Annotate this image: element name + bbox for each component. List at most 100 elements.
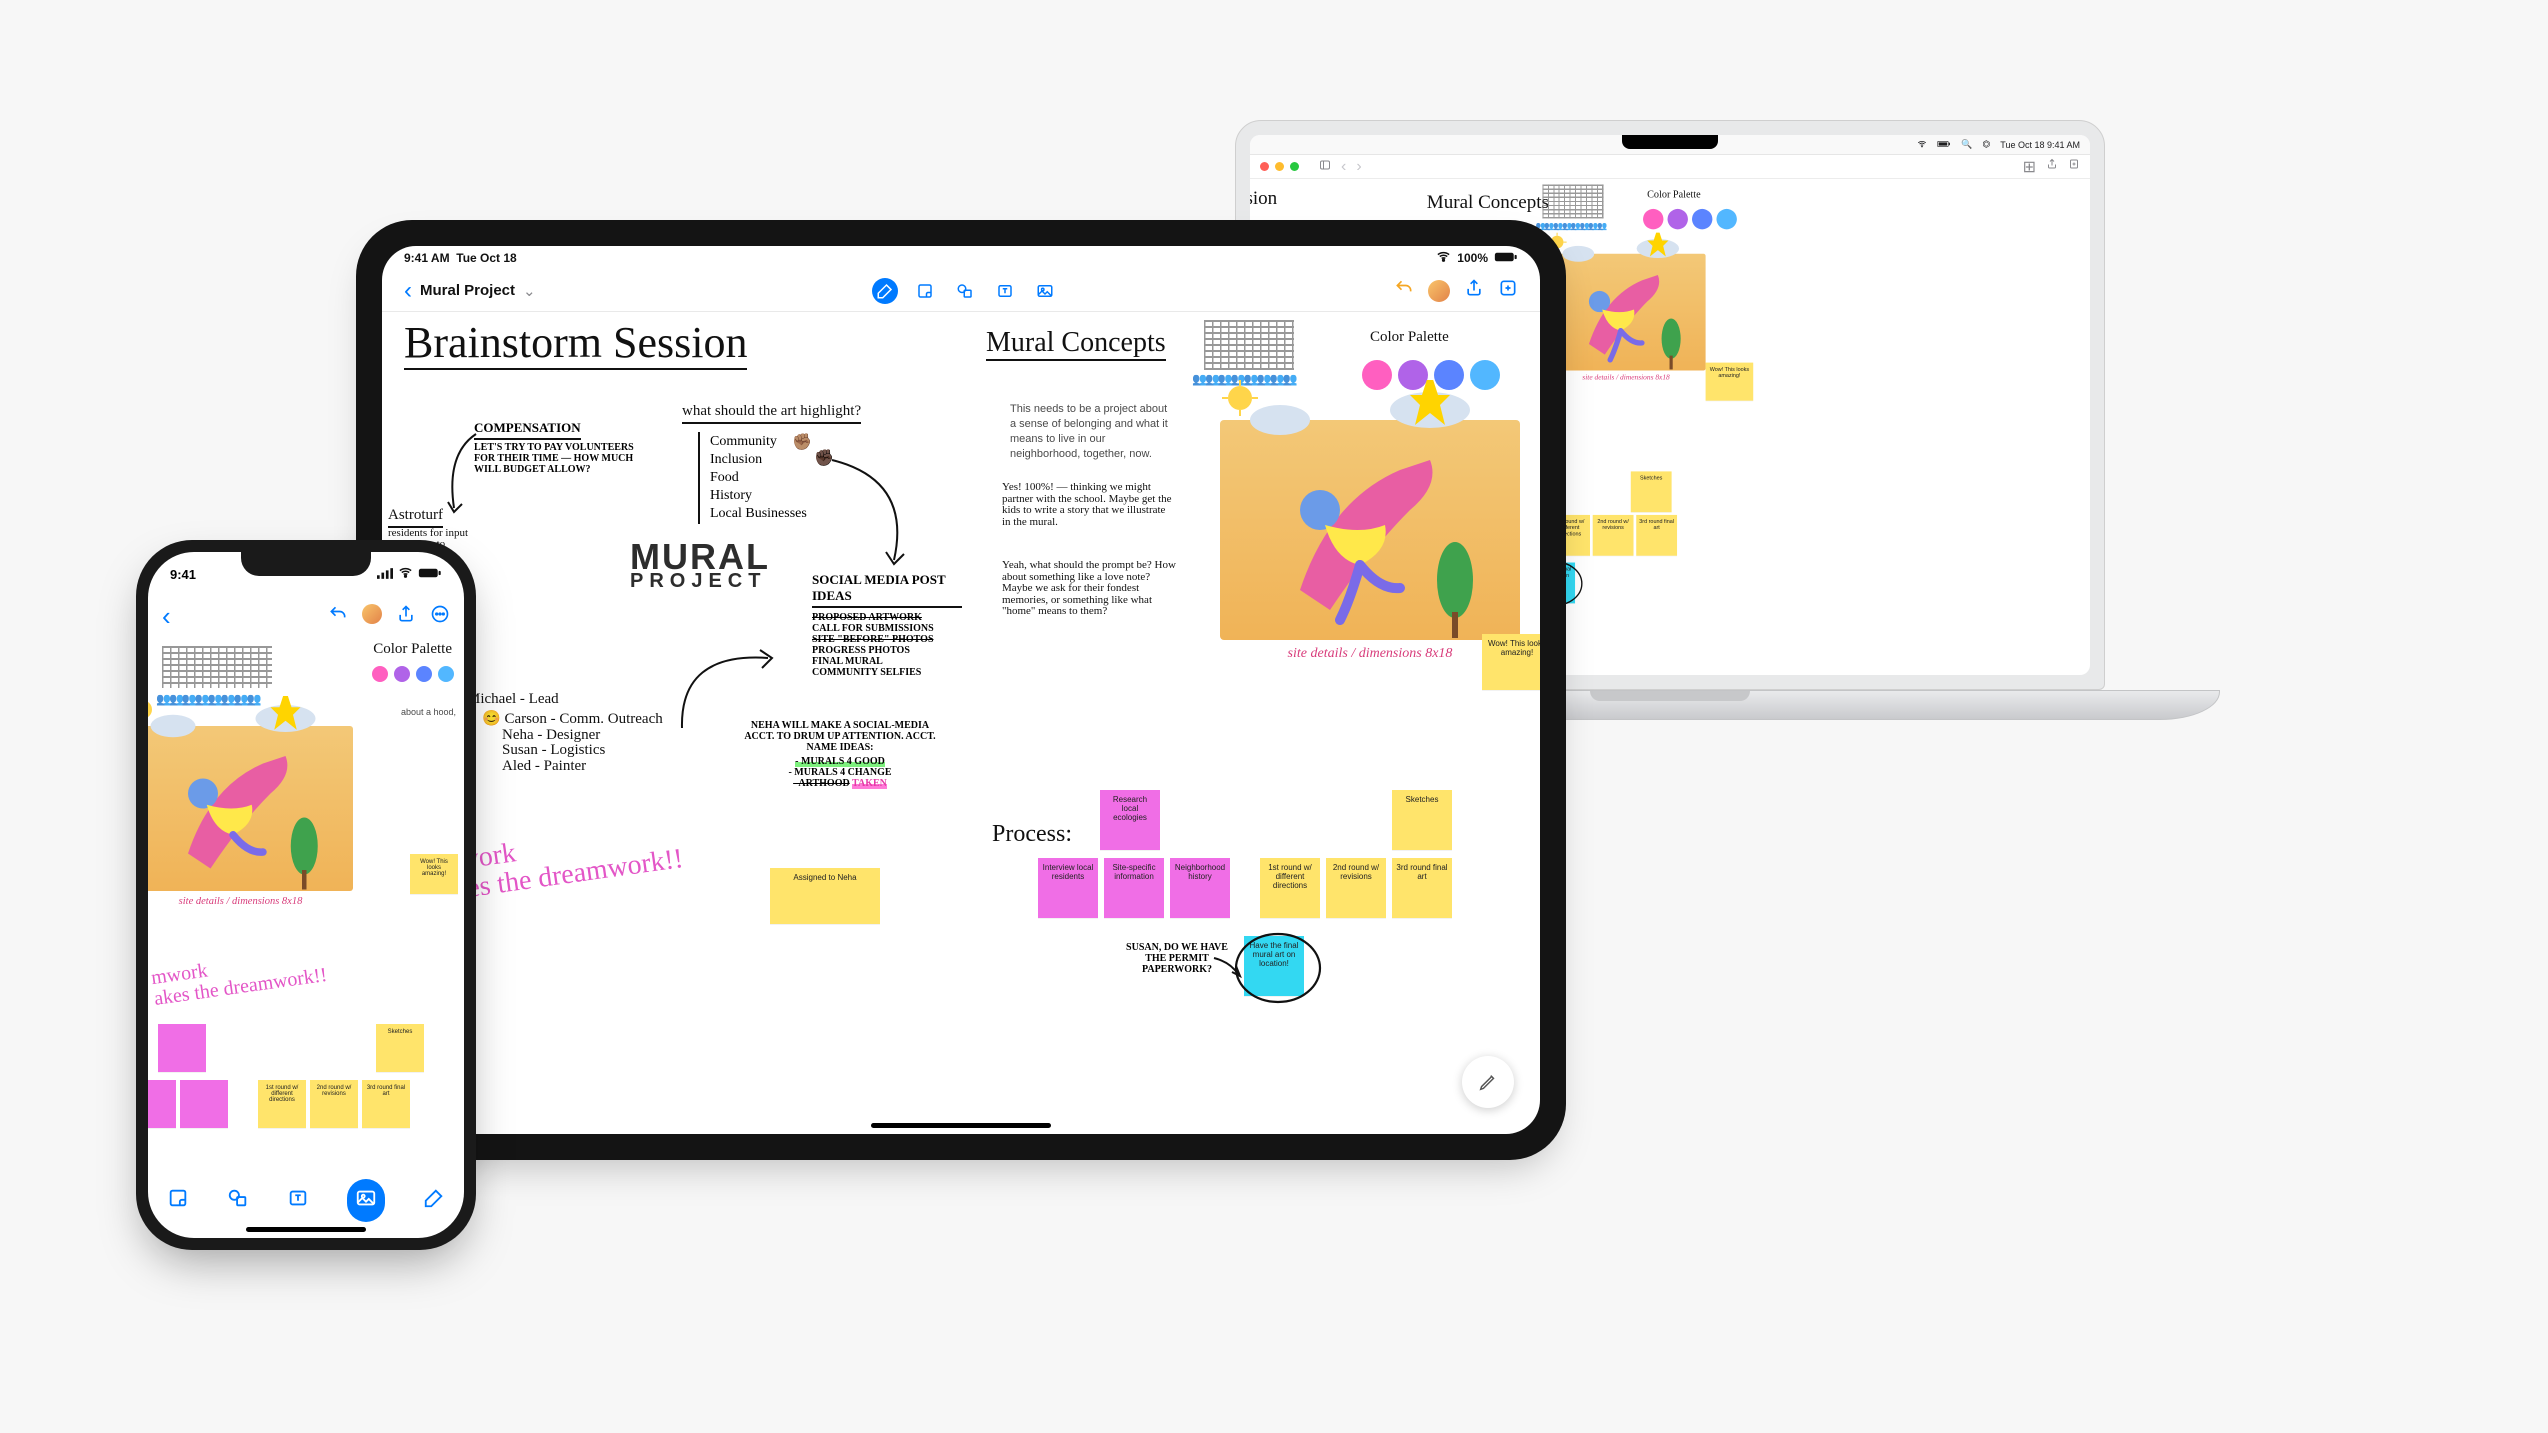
zoom-icon[interactable]: ⊞ <box>2023 157 2036 177</box>
sticky-r1[interactable]: 1st round w/ different directions <box>258 1080 306 1128</box>
sticky-wow[interactable]: Wow! This looks amazing! <box>1706 363 1754 401</box>
shape-tool-button[interactable] <box>227 1187 249 1214</box>
sticky-research[interactable] <box>158 1024 206 1072</box>
sticky-assigned-neha[interactable]: Assigned to Neha <box>770 868 880 924</box>
board-title[interactable]: Mural Project <box>420 282 515 299</box>
back-button[interactable]: ‹ <box>162 601 171 632</box>
collaborator-avatar[interactable] <box>362 604 382 624</box>
brainstorm-heading: Brainstorm Session <box>404 320 747 370</box>
control-center-icon[interactable]: ⏣ <box>1982 139 1990 150</box>
color-palette <box>372 666 454 682</box>
arrow-icon <box>442 428 482 518</box>
freeform-canvas-iphone[interactable]: Color Palette about a hood, site details… <box>148 636 464 1182</box>
pen-tool-button[interactable] <box>423 1187 445 1214</box>
share-icon[interactable] <box>2046 157 2058 177</box>
freeform-canvas-ipad[interactable]: Brainstorm Session COMPENSATION LET'S TR… <box>382 312 1540 1134</box>
search-icon[interactable]: 🔍 <box>1961 139 1972 150</box>
sticky-research[interactable]: Research local ecologies <box>1100 790 1160 850</box>
media-tool-button[interactable] <box>347 1179 385 1222</box>
battery-percent: 100% <box>1457 251 1488 265</box>
swatch <box>1692 209 1712 229</box>
sticky[interactable] <box>148 1080 176 1128</box>
ipad-time: 9:41 AM <box>404 251 450 265</box>
sticky-tool-button[interactable] <box>912 278 938 304</box>
yes100-note: Yes! 100%! — thinking we might partner w… <box>1002 482 1172 528</box>
mural-mockup: site details / dimensions 8x18 <box>148 726 353 908</box>
iphone-notch <box>241 552 371 576</box>
home-indicator[interactable] <box>871 1123 1051 1128</box>
mac-datetime: Tue Oct 18 9:41 AM <box>2000 140 2080 150</box>
circle-annotation <box>1232 928 1324 1008</box>
sticky-wow[interactable]: Wow! This looks amazing! <box>1482 634 1540 690</box>
palette-heading: Color Palette <box>373 642 452 658</box>
project-about-partial: about a hood, <box>401 706 456 718</box>
media-tool-button[interactable] <box>1032 278 1058 304</box>
new-board-button[interactable] <box>1498 278 1518 303</box>
prompt-note: Yeah, what should the prompt be? How abo… <box>1002 560 1182 618</box>
ipad-device: 9:41 AM Tue Oct 18 100% ‹ Mural Project … <box>356 220 1566 1160</box>
swatch <box>1668 209 1688 229</box>
palette-heading: Color Palette <box>1647 190 1701 201</box>
pen-tool-button[interactable] <box>872 278 898 304</box>
sticky-tool-button[interactable] <box>167 1187 189 1214</box>
shape-tool-button[interactable] <box>952 278 978 304</box>
building-sketch <box>1542 184 1603 218</box>
sticky-sketches[interactable]: Sketches <box>376 1024 424 1072</box>
back-icon[interactable]: ‹ <box>1341 158 1346 176</box>
chevron-down-icon[interactable]: ⌄ <box>523 282 536 300</box>
battery-icon <box>1494 251 1518 266</box>
sticky-history[interactable]: Neighborhood history <box>1170 858 1230 918</box>
sticky-sketches[interactable]: Sketches <box>1392 790 1452 850</box>
sticky-siteinfo[interactable]: Site-specific information <box>1104 858 1164 918</box>
more-button[interactable] <box>430 604 450 629</box>
wifi-icon <box>398 565 413 583</box>
iphone-bottom-toolbar <box>148 1180 464 1220</box>
palette-heading: Color Palette <box>1370 330 1449 346</box>
battery-icon[interactable] <box>1937 140 1951 150</box>
building-sketch <box>162 646 272 688</box>
undo-button[interactable] <box>328 604 348 629</box>
forward-icon[interactable]: › <box>1356 158 1361 176</box>
building-sketch <box>1204 320 1294 370</box>
share-button[interactable] <box>396 604 416 629</box>
swatch <box>1643 209 1663 229</box>
back-button[interactable]: ‹ <box>404 285 412 297</box>
mural-mockup: site details / dimensions 8x18 <box>1220 420 1520 662</box>
sticky-interview[interactable]: Interview local residents <box>1038 858 1098 918</box>
iphone-top-toolbar: ‹ <box>148 596 464 636</box>
ipad-status-bar: 9:41 AM Tue Oct 18 100% <box>382 246 1540 270</box>
sticky-r3[interactable]: 3rd round final art <box>362 1080 410 1128</box>
window-controls[interactable] <box>1260 158 1299 176</box>
color-palette <box>1643 209 1737 229</box>
mural-mockup: site details / dimensions 8x18 <box>1546 254 1705 382</box>
cellular-icon <box>377 567 393 582</box>
undo-button[interactable] <box>1394 278 1414 303</box>
art-highlight-heading: what should the art highlight? <box>682 404 861 424</box>
freeform-mac-toolbar: ‹ › ⊞ <box>1250 155 2090 179</box>
sidebar-toggle-icon[interactable] <box>1319 158 1331 176</box>
apple-pencil-button[interactable] <box>1462 1056 1514 1108</box>
text-tool-button[interactable] <box>287 1187 309 1214</box>
mural-concepts-heading: Mural Concepts <box>986 328 1166 361</box>
share-button[interactable] <box>1464 278 1484 303</box>
battery-icon <box>418 567 442 582</box>
sticky-wow[interactable]: Wow! This looks amazing! <box>410 854 458 894</box>
sticky-sketches[interactable]: Sketches <box>1631 471 1672 512</box>
text-tool-button[interactable] <box>992 278 1018 304</box>
project-about: This needs to be a project about a sense… <box>1010 402 1170 461</box>
sticky[interactable] <box>180 1080 228 1128</box>
collaborate-icon[interactable] <box>2068 157 2080 177</box>
collaborator-avatar[interactable] <box>1428 280 1450 302</box>
social-block: SOCIAL MEDIA POST IDEAS Proposed Artwork… <box>812 572 962 678</box>
brainstorm-partial: ession <box>1250 189 1277 209</box>
sticky-r3[interactable]: 3rd round final art <box>1636 515 1677 556</box>
arrow-icon <box>672 642 782 742</box>
sticky-r2[interactable]: 2nd round w/ revisions <box>1593 515 1634 556</box>
wifi-icon[interactable] <box>1917 139 1927 151</box>
swatch <box>1716 209 1736 229</box>
sticky-r2[interactable]: 2nd round w/ revisions <box>1326 858 1386 918</box>
home-indicator[interactable] <box>246 1227 366 1232</box>
sticky-r2[interactable]: 2nd round w/ revisions <box>310 1080 358 1128</box>
sticky-r1[interactable]: 1st round w/ different directions <box>1260 858 1320 918</box>
sticky-r3[interactable]: 3rd round final art <box>1392 858 1452 918</box>
